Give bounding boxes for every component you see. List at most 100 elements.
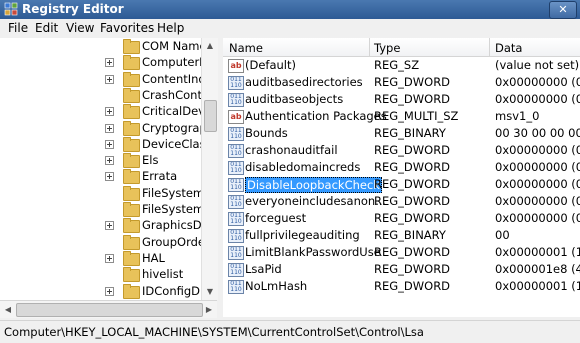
value-name: DisableLoopbackCheck: [245, 177, 382, 193]
binary-value-icon: 011 110: [228, 229, 244, 243]
value-data: 00: [495, 228, 510, 242]
expand-icon[interactable]: [105, 139, 114, 149]
value-row[interactable]: 011 110 NoLmHash REG_DWORD 0x00000001 (1): [223, 278, 580, 295]
expand-icon[interactable]: [105, 286, 114, 296]
value-row[interactable]: 011 110 DisableLoopbackCheck REG_DWORD 0x000…: [223, 176, 580, 193]
column-divider[interactable]: [369, 38, 370, 56]
folder-icon: [123, 283, 140, 299]
value-row[interactable]: ab (Default) REG_SZ (value not set): [223, 57, 580, 74]
tree-item[interactable]: hivelist: [0, 266, 200, 283]
tree-item[interactable]: DeviceClasse: [0, 136, 217, 153]
scroll-thumb[interactable]: [204, 100, 217, 132]
close-button[interactable]: ✕: [549, 1, 577, 19]
expand-icon[interactable]: [105, 74, 114, 84]
expand-icon[interactable]: [105, 58, 114, 68]
value-row[interactable]: ab Authentication Packages REG_MULTI_SZ msv…: [223, 108, 580, 125]
value-type: REG_DWORD: [374, 279, 451, 293]
expand-icon[interactable]: [105, 172, 114, 182]
value-type: REG_SZ: [374, 58, 420, 72]
expand-icon[interactable]: [105, 253, 114, 263]
menu-edit[interactable]: Edit: [35, 21, 58, 35]
value-row[interactable]: 011 110 fullprivilegeauditing REG_BINARY 00: [223, 227, 580, 244]
value-type: REG_DWORD: [374, 177, 451, 191]
close-icon: ✕: [558, 3, 568, 16]
tree-item-label: FileSystem: [142, 185, 205, 200]
tree-item[interactable]: COM Name A: [0, 38, 217, 55]
tree-item[interactable]: IDConfigDB: [0, 283, 208, 300]
value-row[interactable]: 011 110 auditbasedirectories REG_DWORD 0x000…: [223, 74, 580, 91]
folder-icon: [123, 39, 140, 54]
menu-view[interactable]: View: [66, 21, 94, 35]
scroll-right-icon[interactable]: ▶: [201, 301, 217, 318]
folder-icon: [123, 136, 140, 152]
tree-item-label: IDConfigDB: [142, 283, 208, 298]
scroll-left-icon[interactable]: ◀: [0, 301, 16, 318]
value-data: 0x00000000 (0): [495, 177, 580, 191]
expand-icon[interactable]: [105, 107, 114, 117]
column-type[interactable]: Type: [374, 41, 400, 55]
value-name: forceguest: [245, 211, 307, 225]
value-data: msv1_0: [495, 109, 540, 123]
menu-help[interactable]: Help: [157, 21, 184, 35]
value-row[interactable]: 011110Bounds REG_BINARY 00 30 00 00 00 20: [223, 125, 580, 142]
tree-item[interactable]: FileSystem: [0, 185, 204, 202]
value-row[interactable]: 011 110 LimitBlankPasswordUse REG_DWORD 0x00…: [223, 244, 580, 261]
value-row[interactable]: 011 110 auditbaseobjects REG_DWORD 0x0000000…: [223, 91, 580, 108]
folder-icon: [123, 104, 140, 120]
folder-icon: [123, 202, 140, 217]
menu-favorites[interactable]: Favorites: [100, 21, 154, 35]
value-name: Authentication Packages: [245, 109, 387, 123]
tree-item[interactable]: Els: [0, 152, 200, 169]
binary-value-icon: 011 110: [228, 246, 244, 260]
menu-file[interactable]: File: [8, 21, 28, 35]
value-data: 0x00000000 (0): [495, 160, 580, 174]
value-name: Bounds: [245, 126, 288, 140]
folder-icon: [123, 153, 140, 169]
binary-value-icon: 011 110: [228, 161, 244, 175]
tree-item[interactable]: CriticalDevic: [0, 103, 214, 120]
tree-item[interactable]: HAL: [0, 250, 200, 267]
tree-item[interactable]: Cryptograph: [0, 120, 214, 137]
folder-icon: [123, 218, 140, 234]
expand-icon[interactable]: [105, 221, 114, 231]
value-name: everyoneincludesanon...: [245, 194, 387, 208]
column-name[interactable]: Name: [229, 41, 263, 55]
key-tree[interactable]: COM Name A ComputerNa ContentInde CrashCont…: [0, 38, 218, 300]
value-row[interactable]: 011 110 everyoneincludesanon... REG_DWORD 0x…: [223, 193, 580, 210]
column-data[interactable]: Data: [495, 41, 522, 55]
value-data: 00 30 00 00 00 20: [495, 126, 580, 140]
column-divider[interactable]: [489, 38, 490, 56]
tree-vertical-scrollbar[interactable]: ▲ ▼: [201, 38, 218, 300]
status-bar: Computer\HKEY_LOCAL_MACHINE\SYSTEM\Curre…: [0, 320, 580, 343]
tree-item[interactable]: ContentInde: [0, 71, 213, 88]
tree-item[interactable]: ComputerNa: [0, 54, 215, 71]
value-name: LimitBlankPasswordUse: [245, 245, 381, 259]
tree-horizontal-scrollbar[interactable]: ◀ ▶: [0, 300, 217, 318]
value-data: 0x00000000 (0): [495, 92, 580, 106]
value-row[interactable]: 011110LsaPid REG_DWORD 0x000001e8 (488: [223, 261, 580, 278]
value-row[interactable]: 011 110 disabledomaincreds REG_DWORD 0x00000…: [223, 159, 580, 176]
tree-item-label: Errata: [142, 169, 178, 184]
value-row[interactable]: 011 110 crashonauditfail REG_DWORD 0x0000000…: [223, 142, 580, 159]
value-data: 0x00000000 (0): [495, 194, 580, 208]
expand-icon[interactable]: [105, 156, 114, 166]
tree-item[interactable]: GroupOrderl: [0, 234, 213, 251]
folder-icon: [123, 87, 140, 103]
folder-icon: [123, 169, 140, 185]
value-row[interactable]: 011 110 forceguest REG_DWORD 0x00000000 (0): [223, 210, 580, 227]
value-data: 0x00000001 (1): [495, 279, 580, 293]
binary-value-icon: 011 110: [228, 144, 244, 158]
expand-icon[interactable]: [105, 123, 114, 133]
tree-item[interactable]: Errata: [0, 168, 200, 185]
value-name: fullprivilegeauditing: [245, 228, 360, 242]
tree-item[interactable]: CrashContro: [0, 87, 213, 104]
folder-icon: [123, 55, 140, 71]
window-title: Registry Editor: [22, 2, 124, 16]
tree-item[interactable]: GraphicsDriv: [0, 217, 216, 234]
folder-icon: [123, 267, 140, 283]
scroll-thumb[interactable]: [16, 303, 203, 317]
scroll-down-icon[interactable]: ▼: [202, 284, 218, 300]
string-value-icon: ab: [228, 110, 244, 124]
scroll-up-icon[interactable]: ▲: [202, 38, 218, 54]
tree-item[interactable]: FileSystemU: [0, 201, 213, 218]
